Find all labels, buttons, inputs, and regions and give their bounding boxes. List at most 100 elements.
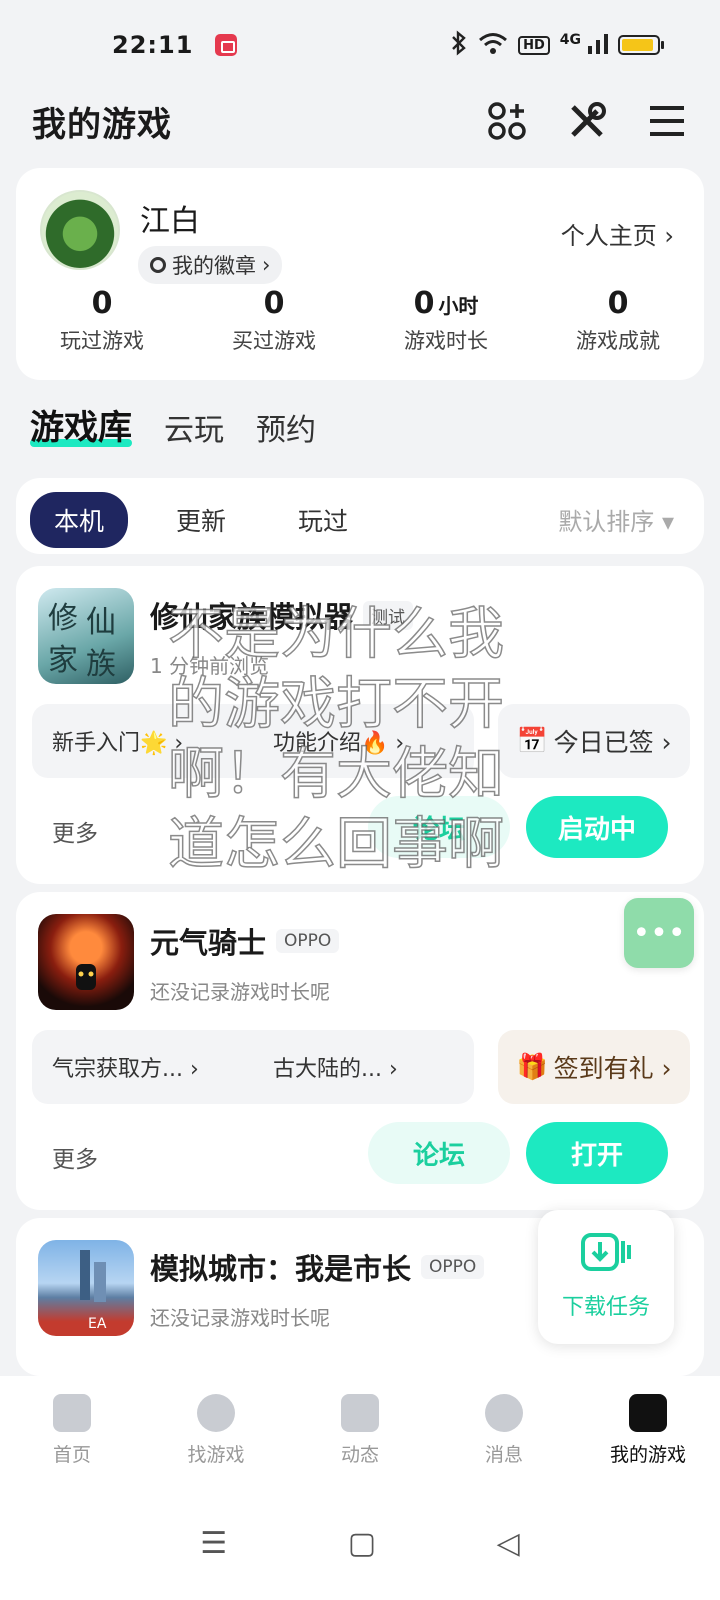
game-links: 气宗获取方... › 古大陆的... › <box>32 1030 474 1104</box>
download-label: 下载任务 <box>561 1295 650 1320</box>
menu-icon[interactable] <box>646 100 688 142</box>
svg-text:仙: 仙 <box>86 605 116 640</box>
stat-value: 0 <box>91 286 113 321</box>
battery-icon <box>618 35 664 55</box>
open-button[interactable]: 打开 <box>526 1122 668 1184</box>
game-card[interactable]: 元气骑士 OPPO 还没记录游戏时长呢 气宗获取方... › 古大陆的... › … <box>16 892 704 1210</box>
nav-feed[interactable]: 动态 <box>288 1376 432 1486</box>
bluetooth-icon <box>450 29 468 61</box>
game-link[interactable]: 气宗获取方... › <box>32 1051 253 1083</box>
forum-button[interactable]: 论坛 <box>368 796 510 858</box>
game-link[interactable]: 新手入门🌟 › <box>32 725 253 757</box>
page-title: 我的游戏 <box>32 104 172 145</box>
game-tag: 测试 <box>363 600 414 630</box>
nav-messages[interactable]: 消息 <box>432 1376 576 1486</box>
chip-updates[interactable]: 更新 <box>152 492 250 548</box>
launch-button[interactable]: 启动中 <box>526 796 668 858</box>
floating-chat-button[interactable]: ••• <box>624 898 694 968</box>
home-icon <box>53 1394 91 1432</box>
nav-label: 我的游戏 <box>609 1444 686 1466</box>
download-task-button[interactable]: 下载任务 <box>538 1210 674 1344</box>
filter-bar: 本机 更新 玩过 默认排序 ▾ <box>16 478 704 554</box>
game-link[interactable]: 功能介绍🔥 › <box>253 725 474 757</box>
tools-icon[interactable] <box>566 100 608 142</box>
stat-label: 买过游戏 <box>232 329 316 353</box>
status-time: 22:11 <box>112 31 194 59</box>
calendar-check-icon: 📅 <box>516 726 548 755</box>
stat-value: 0 <box>413 286 435 321</box>
stat-playtime[interactable]: 0 小时 游戏时长 <box>360 286 532 355</box>
game-icon[interactable]: 修仙家族 <box>38 588 134 684</box>
stat-played[interactable]: 0 玩过游戏 <box>16 286 188 355</box>
stat-value: 0 <box>263 286 285 321</box>
status-icons: HD 4G <box>450 29 664 61</box>
home-button[interactable]: ▢ <box>348 1526 376 1561</box>
game-icon[interactable]: EA <box>38 1240 134 1336</box>
bottom-nav: 首页 找游戏 动态 消息 我的游戏 <box>0 1376 720 1486</box>
more-button[interactable]: 更多 <box>52 1140 98 1174</box>
apps-add-icon[interactable] <box>486 100 528 142</box>
gift-icon: 🎁 <box>516 1052 548 1081</box>
game-subtitle: 还没记录游戏时长呢 <box>150 1306 330 1330</box>
nav-find-games[interactable]: 找游戏 <box>144 1376 288 1486</box>
tab-cloud-play[interactable]: 云玩 <box>164 405 224 449</box>
game-link[interactable]: 古大陆的... › <box>253 1051 474 1083</box>
nav-label: 首页 <box>52 1444 91 1466</box>
chip-local[interactable]: 本机 <box>30 492 129 548</box>
wifi-icon <box>478 31 508 60</box>
game-card[interactable]: 修仙家族 修仙家族模拟器 测试 1 分钟前浏览 新手入门🌟 › 功能介绍🔥 › 📅… <box>16 566 704 884</box>
svg-text:家: 家 <box>48 643 78 678</box>
game-name: 修仙家族模拟器 <box>150 600 354 634</box>
game-links: 新手入门🌟 › 功能介绍🔥 › <box>32 704 474 778</box>
game-tag: OPPO <box>421 1255 485 1279</box>
chip-played[interactable]: 玩过 <box>274 492 372 548</box>
status-bar: 22:11 HD 4G <box>0 0 720 90</box>
nav-label: 找游戏 <box>187 1444 245 1466</box>
svg-text:修: 修 <box>48 601 78 636</box>
game-subtitle: 1 分钟前浏览 <box>150 654 270 678</box>
signal-icon: 4G <box>560 32 608 59</box>
badge-label: 我的徽章 <box>172 254 256 278</box>
more-button[interactable]: 更多 <box>52 814 98 848</box>
sign-label: 今日已签 › <box>553 728 672 757</box>
chevron-right-icon: › <box>262 253 271 277</box>
game-tag: OPPO <box>276 929 340 953</box>
back-button[interactable]: ◁ <box>497 1526 520 1561</box>
tab-game-library[interactable]: 游戏库 <box>30 400 132 449</box>
library-tabs: 游戏库 云玩 预约 <box>30 400 316 449</box>
my-badges-button[interactable]: 我的徽章 › <box>138 246 283 284</box>
screen-record-icon <box>215 34 238 56</box>
sign-gift-button[interactable]: 🎁 签到有礼 › <box>498 1030 690 1104</box>
profile-stats: 0 玩过游戏 0 买过游戏 0 小时 游戏时长 0 游戏成就 <box>16 286 704 355</box>
daily-sign-button[interactable]: 📅 今日已签 › <box>498 704 690 778</box>
stat-bought[interactable]: 0 买过游戏 <box>188 286 360 355</box>
planet-icon <box>197 1394 235 1432</box>
avatar[interactable] <box>40 190 120 270</box>
game-subtitle: 还没记录游戏时长呢 <box>150 980 330 1004</box>
nav-home[interactable]: 首页 <box>0 1376 144 1486</box>
gamepad-icon <box>629 1394 667 1432</box>
message-icon <box>485 1394 523 1432</box>
tab-reservations[interactable]: 预约 <box>256 405 316 449</box>
medal-icon <box>150 257 166 273</box>
stat-label: 游戏成就 <box>576 329 660 353</box>
stat-achievements[interactable]: 0 游戏成就 <box>532 286 704 355</box>
more-dots-icon: ••• <box>632 915 686 951</box>
homepage-link[interactable]: 个人主页 › <box>561 216 674 251</box>
sort-dropdown[interactable]: 默认排序 ▾ <box>558 502 674 537</box>
svg-text:EA: EA <box>88 1316 107 1332</box>
user-name: 江白 <box>140 204 200 239</box>
svg-text:族: 族 <box>86 647 116 682</box>
stat-label: 游戏时长 <box>404 329 488 353</box>
forum-button[interactable]: 论坛 <box>368 1122 510 1184</box>
profile-card[interactable]: 江白 我的徽章 › 个人主页 › 0 玩过游戏 0 买过游戏 0 小时 游戏时长 … <box>16 168 704 380</box>
game-name: 元气骑士 <box>150 926 267 960</box>
nav-label: 消息 <box>484 1444 523 1466</box>
nav-label: 动态 <box>340 1444 379 1466</box>
game-icon[interactable] <box>38 914 134 1010</box>
system-nav-bar: ☰ ▢ ◁ <box>0 1486 720 1600</box>
game-name: 模拟城市：我是市长 <box>150 1252 412 1286</box>
recents-button[interactable]: ☰ <box>200 1526 227 1561</box>
stat-value: 0 <box>607 286 629 321</box>
nav-my-games[interactable]: 我的游戏 <box>576 1376 720 1486</box>
